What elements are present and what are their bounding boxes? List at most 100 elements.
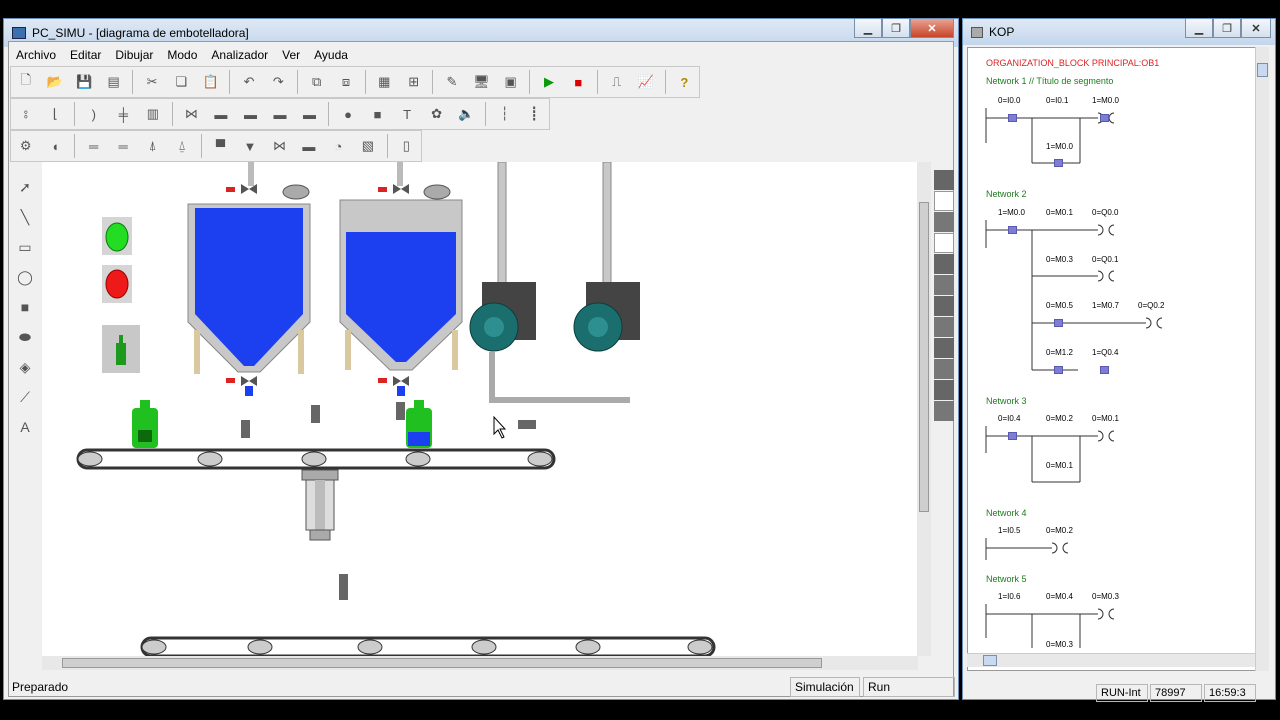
pump-1[interactable] — [469, 282, 536, 352]
new-icon[interactable]: 🗋 — [14, 70, 37, 94]
pipe-icon[interactable]: ═ — [82, 134, 105, 158]
group-icon[interactable]: ⧉ — [305, 70, 328, 94]
menu-analizador[interactable]: Analizador — [204, 48, 275, 62]
pump-2[interactable] — [573, 282, 640, 352]
menu-modo[interactable]: Modo — [160, 48, 204, 62]
canvas-vscroll-thumb[interactable] — [919, 202, 929, 512]
grid-snap-icon[interactable]: ⊞ — [402, 70, 425, 94]
sensor-1[interactable] — [241, 420, 250, 438]
filled-rect-icon[interactable]: ■ — [12, 292, 38, 322]
tank-2[interactable] — [339, 162, 463, 396]
filled-ellipse-icon[interactable]: ⬬ — [12, 322, 38, 352]
ungroup-icon[interactable]: ⧈ — [334, 70, 357, 94]
sensor-icon[interactable]: ⦂ — [14, 102, 38, 126]
bottle-1[interactable] — [132, 400, 158, 448]
sensor-2[interactable] — [311, 405, 320, 423]
run-icon[interactable]: ▶ — [537, 70, 560, 94]
pencil-icon[interactable]: ✎ — [440, 70, 463, 94]
sensor-3[interactable] — [396, 402, 405, 420]
capper[interactable] — [301, 469, 339, 541]
cylinder-icon[interactable]: ▯ — [395, 134, 418, 158]
print-icon[interactable]: ▤ — [102, 70, 125, 94]
cross-icon[interactable]: ╪ — [112, 102, 136, 126]
rollers-icon[interactable]: ▥ — [141, 102, 165, 126]
menu-archivo[interactable]: Archivo — [9, 48, 63, 62]
speaker-icon[interactable]: 🔈 — [454, 102, 478, 126]
font-icon[interactable]: A — [12, 412, 38, 442]
kop-hscrollbar[interactable] — [967, 653, 1255, 667]
palette-swatch[interactable] — [934, 338, 954, 358]
bottle-icon[interactable]: ◖ — [43, 134, 66, 158]
sensor-5[interactable] — [339, 574, 348, 600]
kop-vscroll-thumb[interactable] — [1257, 63, 1268, 77]
canvas-hscrollbar[interactable] — [42, 656, 918, 670]
pointer-icon[interactable]: ➚ — [12, 172, 38, 202]
pipe2-icon[interactable]: ═ — [111, 134, 134, 158]
monitor-icon[interactable]: 🖥 — [470, 70, 493, 94]
kop-vscrollbar[interactable] — [1255, 47, 1269, 671]
conveyor-2[interactable] — [140, 636, 716, 656]
help-icon[interactable]: ? — [673, 70, 696, 94]
canvas-vscrollbar[interactable] — [917, 162, 931, 656]
lamp-icon[interactable]: ⍙ — [170, 134, 193, 158]
chart-icon[interactable]: 📈 — [634, 70, 657, 94]
minimize-button[interactable]: ▁ — [854, 19, 882, 38]
analyzer-icon[interactable]: ⎍ — [605, 70, 628, 94]
menu-editar[interactable]: Editar — [63, 48, 108, 62]
hopper-icon[interactable]: ▼ — [238, 134, 261, 158]
bottle-indicator[interactable] — [102, 325, 140, 373]
pump-icon[interactable]: ◔ — [327, 134, 350, 158]
line-corner-icon[interactable]: ⌊ — [44, 102, 68, 126]
tank-tower-icon[interactable]: ⍋ — [141, 134, 164, 158]
circle-icon[interactable]: ● — [336, 102, 360, 126]
diagram-canvas[interactable] — [42, 162, 918, 656]
undo-icon[interactable]: ↶ — [237, 70, 260, 94]
save-icon[interactable]: 💾 — [73, 70, 96, 94]
rect3-icon[interactable]: ▬ — [268, 102, 292, 126]
tank-1[interactable] — [187, 162, 311, 396]
palette-swatch[interactable] — [934, 296, 954, 316]
palette-swatch[interactable] — [934, 212, 954, 232]
vbar2-icon[interactable]: ┋ — [522, 102, 546, 126]
palette-swatch[interactable] — [934, 275, 954, 295]
close-button[interactable]: ✕ — [910, 19, 954, 38]
palette-swatch[interactable] — [934, 401, 954, 421]
redo-icon[interactable]: ↷ — [267, 70, 290, 94]
rectangle-icon[interactable]: ▭ — [12, 232, 38, 262]
cut-icon[interactable]: ✂ — [140, 70, 163, 94]
conveyor-1[interactable] — [76, 448, 556, 470]
menu-ayuda[interactable]: Ayuda — [307, 48, 355, 62]
maximize-button[interactable]: ❐ — [882, 19, 910, 38]
palette-swatch[interactable] — [934, 380, 954, 400]
bar-icon[interactable]: ▬ — [297, 134, 320, 158]
rect4-icon[interactable]: ▬ — [298, 102, 322, 126]
palette-swatch[interactable] — [934, 233, 954, 253]
vbar-icon[interactable]: ┆ — [493, 102, 517, 126]
rect-icon[interactable]: ▬ — [209, 102, 233, 126]
line-icon[interactable]: ╲ — [12, 202, 38, 232]
palette-swatch[interactable] — [934, 254, 954, 274]
ellipse-icon[interactable]: ◯ — [12, 262, 38, 292]
stop-icon[interactable]: ■ — [567, 70, 590, 94]
open-icon[interactable]: 📂 — [43, 70, 66, 94]
eyedropper-icon[interactable]: ⟋ — [12, 382, 38, 412]
device-icon[interactable]: ▣ — [499, 70, 522, 94]
kop-maximize-button[interactable]: ❐ — [1213, 19, 1241, 38]
rect2-icon[interactable]: ▬ — [239, 102, 263, 126]
sensor-4[interactable] — [518, 420, 536, 429]
menu-dibujar[interactable]: Dibujar — [108, 48, 160, 62]
lamp-green[interactable] — [102, 217, 132, 255]
text-icon[interactable]: T — [395, 102, 419, 126]
valve-icon[interactable]: ⋈ — [180, 102, 204, 126]
palette-swatch[interactable] — [934, 359, 954, 379]
kop-close-button[interactable]: ✕ — [1241, 19, 1271, 38]
menu-ver[interactable]: Ver — [275, 48, 307, 62]
curve-icon[interactable]: ) — [82, 102, 106, 126]
motor-icon[interactable]: ⚙ — [14, 134, 37, 158]
palette-swatch[interactable] — [934, 317, 954, 337]
lamp-red[interactable] — [102, 265, 132, 303]
kop-minimize-button[interactable]: ▁ — [1185, 19, 1213, 38]
canvas-hscroll-thumb[interactable] — [62, 658, 822, 668]
paste-icon[interactable]: 📋 — [199, 70, 222, 94]
fill-icon[interactable]: ◈ — [12, 352, 38, 382]
